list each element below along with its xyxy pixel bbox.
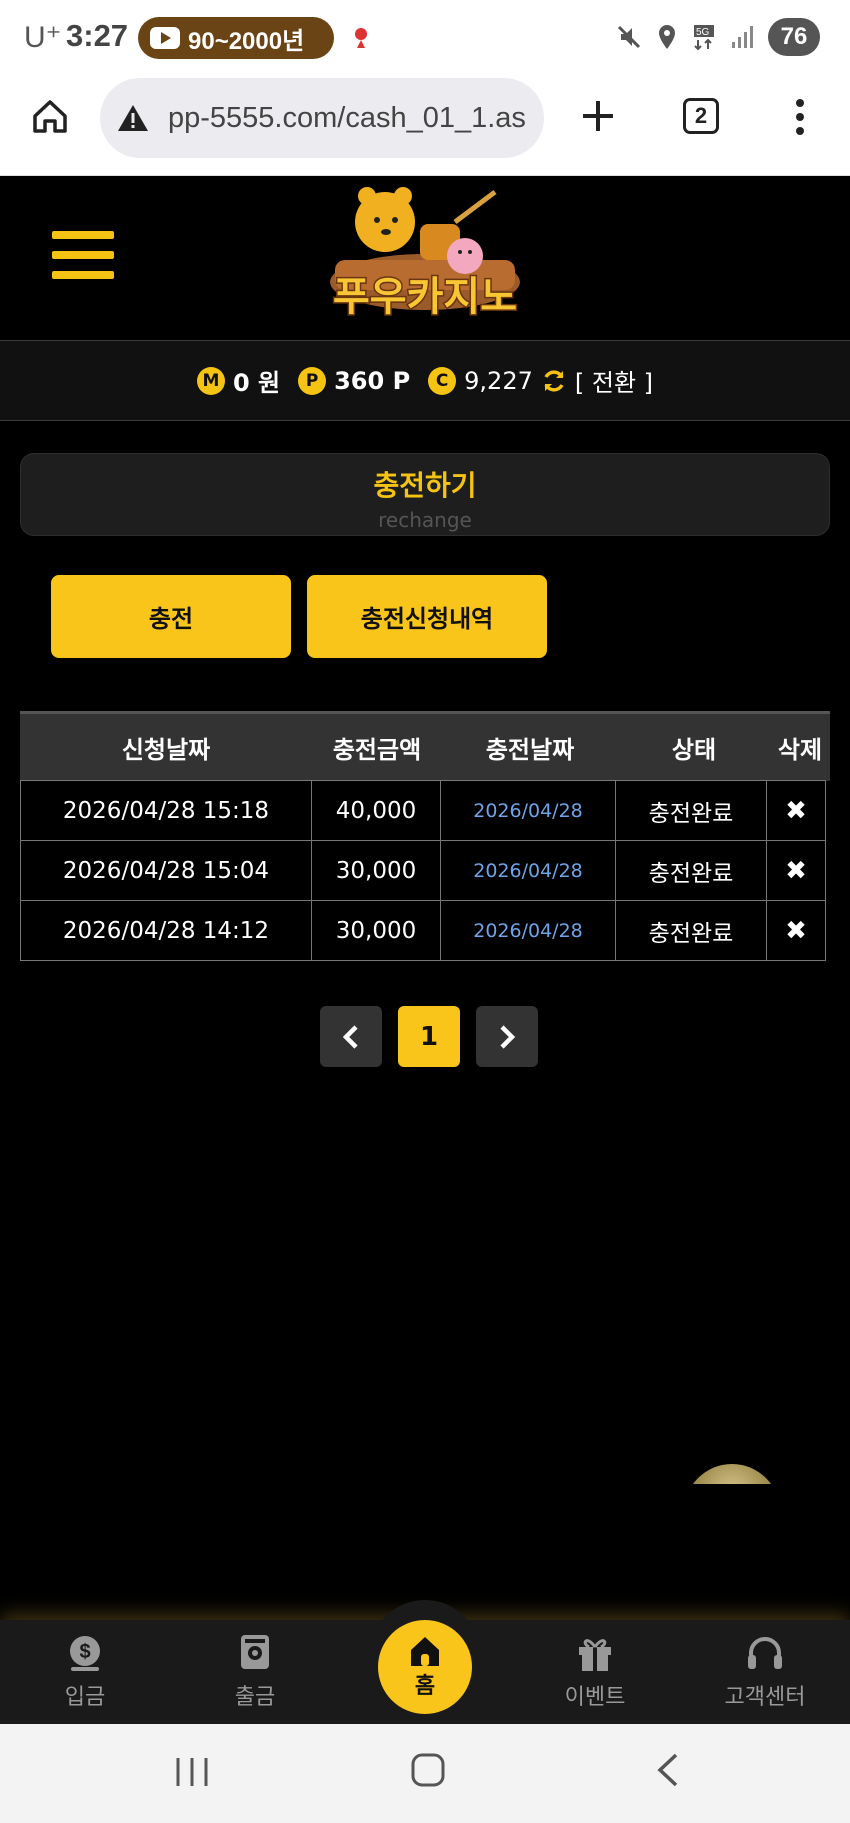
new-tab-icon[interactable] bbox=[578, 96, 618, 136]
mute-icon bbox=[617, 25, 641, 49]
page: U⁺ 3:27 90~2000년 5G 76 pp-5555.com/cash_… bbox=[0, 0, 850, 1823]
point-value: 360 P bbox=[334, 366, 411, 395]
charge-history-button[interactable]: 충전신청내역 bbox=[307, 575, 547, 658]
chevron-right-icon bbox=[500, 1024, 516, 1049]
system-home-icon[interactable] bbox=[410, 1752, 446, 1788]
svg-text:5G: 5G bbox=[696, 27, 710, 38]
money-value: 0 원 bbox=[232, 369, 281, 397]
back-icon[interactable] bbox=[654, 1752, 680, 1788]
more-menu-icon[interactable] bbox=[792, 98, 808, 136]
nav-withdraw-label: 출금 bbox=[234, 1685, 276, 1710]
charge-date-link[interactable]: 2026/04/28 bbox=[440, 900, 616, 961]
gift-icon bbox=[579, 1639, 611, 1671]
convert-button[interactable]: [ 전환 ] bbox=[575, 363, 653, 398]
status-cell: 충전완료 bbox=[615, 840, 767, 901]
point-coin-icon: P bbox=[298, 366, 327, 395]
casino-coin-icon: C bbox=[428, 366, 457, 395]
dollar-bag-icon: $ bbox=[70, 1636, 100, 1671]
url-text: pp-5555.com/cash_01_1.as bbox=[168, 101, 526, 134]
header-request-date: 신청날짜 bbox=[121, 736, 211, 764]
table-row: 2026/04/28 15:04 30,000 2026/04/28 충전완료 … bbox=[20, 840, 830, 901]
casino-value: 9,227 bbox=[464, 366, 533, 395]
casino-balance: C 9,227 [ 전환 ] bbox=[428, 363, 653, 398]
hamburger-menu-icon[interactable] bbox=[52, 231, 114, 287]
headset-icon bbox=[748, 1637, 782, 1669]
charge-date-link[interactable]: 2026/04/28 bbox=[440, 780, 616, 841]
nav-event-label: 이벤트 bbox=[564, 1685, 626, 1710]
table-row: 2026/04/28 14:12 30,000 2026/04/28 충전완료 … bbox=[20, 900, 830, 961]
svg-text:$: $ bbox=[79, 1641, 90, 1663]
money-coin-icon: M bbox=[196, 366, 225, 395]
amount-cell: 40,000 bbox=[311, 780, 441, 841]
5g-icon: 5G bbox=[694, 25, 714, 51]
location-icon bbox=[659, 25, 675, 49]
recent-apps-icon[interactable] bbox=[174, 1756, 210, 1788]
browser-toolbar: pp-5555.com/cash_01_1.as 2 bbox=[0, 76, 850, 176]
refresh-icon[interactable] bbox=[541, 368, 567, 394]
nav-event[interactable]: 이벤트 bbox=[510, 1620, 680, 1724]
header-delete: 삭제 bbox=[777, 736, 823, 764]
delete-icon[interactable]: ✖ bbox=[766, 900, 826, 961]
header-status: 상태 bbox=[671, 736, 717, 764]
prev-page-button[interactable] bbox=[320, 1006, 382, 1067]
address-bar[interactable]: pp-5555.com/cash_01_1.as bbox=[100, 78, 544, 158]
nav-support[interactable]: 고객센터 bbox=[680, 1620, 850, 1724]
nav-home-label: 홈 bbox=[414, 1674, 436, 1699]
pagination: 1 bbox=[320, 1006, 538, 1067]
site-header: 푸우카지노 bbox=[0, 176, 850, 341]
nav-support-label: 고객센터 bbox=[724, 1685, 806, 1710]
header-amount: 충전금액 bbox=[332, 736, 422, 764]
clock: 3:27 bbox=[66, 18, 129, 53]
home-icon bbox=[411, 1637, 439, 1666]
balance-bar: M 0 원 P 360 P C 9,227 [ 전환 ] bbox=[0, 341, 850, 421]
chevron-left-icon bbox=[342, 1024, 358, 1049]
app-notification-icon bbox=[355, 28, 367, 48]
page-title: 충전하기 bbox=[373, 469, 477, 502]
media-pill[interactable]: 90~2000년 bbox=[138, 17, 334, 59]
signal-icon bbox=[732, 26, 753, 48]
browser-home-icon[interactable] bbox=[30, 96, 70, 136]
section-title-box: 충전하기 rechange bbox=[20, 453, 830, 536]
request-date-cell: 2026/04/28 15:18 bbox=[20, 780, 312, 841]
charge-history-table: 신청날짜 충전금액 충전날짜 상태 삭제 2026/04/28 15:18 40… bbox=[20, 711, 830, 961]
amount-cell: 30,000 bbox=[311, 840, 441, 901]
money-balance: M 0 원 bbox=[196, 363, 281, 398]
request-date-cell: 2026/04/28 14:12 bbox=[20, 900, 312, 961]
system-nav-bar bbox=[0, 1724, 850, 1823]
page-number-button[interactable]: 1 bbox=[398, 1006, 460, 1067]
carrier-label: U⁺ bbox=[24, 21, 62, 54]
table-row: 2026/04/28 15:18 40,000 2026/04/28 충전완료 … bbox=[20, 780, 830, 841]
site-logo[interactable]: 푸우카지노 bbox=[305, 182, 545, 332]
battery-indicator: 76 bbox=[768, 18, 820, 56]
atm-icon bbox=[241, 1635, 269, 1669]
logo-text: 푸우카지노 bbox=[333, 274, 517, 320]
status-cell: 충전완료 bbox=[615, 900, 767, 961]
status-bar: U⁺ 3:27 90~2000년 5G 76 bbox=[0, 0, 850, 76]
warning-icon[interactable] bbox=[116, 103, 150, 133]
nav-home[interactable]: 홈 bbox=[378, 1620, 472, 1714]
status-cell: 충전완료 bbox=[615, 780, 767, 841]
next-page-button[interactable] bbox=[476, 1006, 538, 1067]
tab-switcher-button[interactable]: 2 bbox=[683, 98, 719, 134]
delete-icon[interactable]: ✖ bbox=[766, 780, 826, 841]
media-pill-label: 90~2000년 bbox=[188, 27, 305, 55]
charge-date-link[interactable]: 2026/04/28 bbox=[440, 840, 616, 901]
header-charge-date: 충전날짜 bbox=[485, 736, 575, 764]
point-balance: P 360 P bbox=[298, 366, 411, 395]
delete-icon[interactable]: ✖ bbox=[766, 840, 826, 901]
nav-deposit[interactable]: $ 입금 bbox=[0, 1620, 170, 1724]
table-header: 신청날짜 충전금액 충전날짜 상태 삭제 bbox=[20, 711, 830, 781]
charge-button[interactable]: 충전 bbox=[51, 575, 291, 658]
nav-withdraw[interactable]: 출금 bbox=[170, 1620, 340, 1724]
youtube-icon bbox=[150, 27, 180, 49]
request-date-cell: 2026/04/28 15:04 bbox=[20, 840, 312, 901]
page-subtitle: rechange bbox=[378, 508, 472, 532]
amount-cell: 30,000 bbox=[311, 900, 441, 961]
nav-deposit-label: 입금 bbox=[64, 1685, 106, 1710]
floating-widget[interactable] bbox=[684, 1464, 780, 1484]
